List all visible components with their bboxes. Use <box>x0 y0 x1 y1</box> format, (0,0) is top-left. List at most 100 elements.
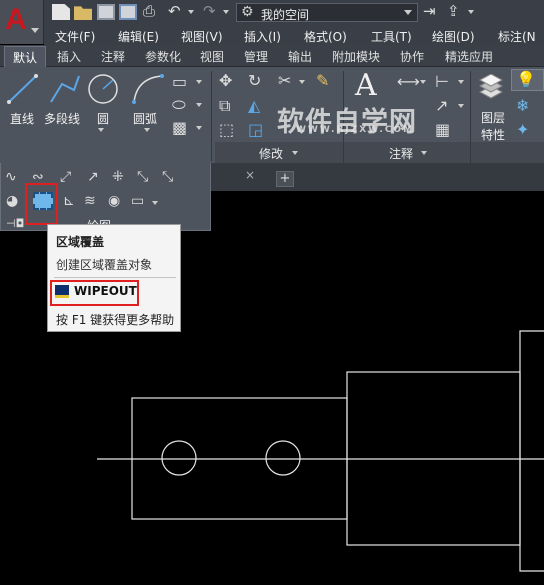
workspace-select[interactable]: ⚙ 我的空间 <box>236 3 418 22</box>
open-folder-icon[interactable] <box>74 6 92 20</box>
spline-cv-icon[interactable]: ∾ <box>32 170 44 184</box>
trim-icon[interactable]: ✂ <box>278 73 291 89</box>
menu-file[interactable]: 文件(F) <box>55 28 95 45</box>
modify-panel-title[interactable]: 修改 <box>259 145 283 162</box>
dimension-icon[interactable]: ⊢ <box>435 74 449 90</box>
arc-label[interactable]: 圆弧 <box>133 110 157 127</box>
polyline-icon[interactable] <box>48 72 82 106</box>
layer-freeze-icon[interactable]: ❄ <box>516 98 529 114</box>
chevron-down-icon[interactable] <box>468 10 474 14</box>
chevron-down-icon[interactable] <box>196 126 202 130</box>
lightbulb-icon: 💡 <box>516 70 536 89</box>
ray-icon[interactable]: ↗ <box>87 170 99 184</box>
chevron-down-icon[interactable] <box>188 10 194 14</box>
ellipse-icon[interactable]: ⬭ <box>172 97 186 113</box>
circle-label[interactable]: 圆 <box>97 110 109 127</box>
chevron-down-icon[interactable] <box>196 103 202 107</box>
layer-properties-icon[interactable] <box>476 74 506 102</box>
menu-insert[interactable]: 插入(I) <box>244 28 281 45</box>
panel-divider <box>343 142 344 164</box>
layer-lock-icon[interactable]: ✦ <box>516 122 529 138</box>
print-icon[interactable]: ⎙ <box>143 2 155 20</box>
chevron-down-icon[interactable] <box>144 128 150 132</box>
tab-annotate[interactable]: 注释 <box>101 48 125 65</box>
circle-icon[interactable] <box>86 72 120 106</box>
chevron-down-icon[interactable] <box>458 80 464 84</box>
linear-dimension-icon[interactable]: ⟷ <box>397 74 420 90</box>
menu-draw[interactable]: 绘图(D) <box>432 28 475 45</box>
tab-output[interactable]: 输出 <box>288 48 312 65</box>
table-icon[interactable]: ▦ <box>435 122 450 138</box>
gear-icon: ⚙ <box>241 4 254 20</box>
menu-edit[interactable]: 编辑(E) <box>118 28 159 45</box>
chevron-down-icon[interactable] <box>98 128 104 132</box>
scale-icon[interactable]: ◲ <box>248 122 263 138</box>
mirror-icon[interactable]: ◭ <box>248 98 260 114</box>
rotate-icon[interactable]: ↻ <box>248 73 261 89</box>
stretch-icon[interactable]: ⬚ <box>219 122 234 138</box>
chevron-down-icon <box>404 10 412 15</box>
menu-bar: 文件(F) 编辑(E) 视图(V) 插入(I) 格式(O) 工具(T) 绘图(D… <box>44 26 544 45</box>
tab-parametric[interactable]: 参数化 <box>145 48 181 65</box>
leader-icon[interactable]: ↗ <box>435 98 448 114</box>
share-icon[interactable]: ⇪ <box>447 2 460 20</box>
menu-format[interactable]: 格式(O) <box>304 28 347 45</box>
right-hole-circle[interactable] <box>265 440 301 476</box>
chevron-down-icon[interactable] <box>299 80 305 84</box>
left-hole-circle[interactable] <box>161 440 197 476</box>
application-menu-button[interactable]: A <box>0 0 44 44</box>
line-icon[interactable] <box>6 72 40 106</box>
properties-label[interactable]: 特性 <box>481 126 505 143</box>
tab-collaborate[interactable]: 协作 <box>400 48 424 65</box>
move-icon[interactable]: ✥ <box>219 73 232 89</box>
text-icon[interactable]: A <box>355 71 377 101</box>
tab-default[interactable]: 默认 <box>4 46 47 67</box>
menu-tools[interactable]: 工具(T) <box>371 28 412 45</box>
line-label[interactable]: 直线 <box>10 110 34 127</box>
redo-icon[interactable]: ↷ <box>203 2 216 20</box>
chevron-down-icon[interactable] <box>223 10 229 14</box>
menu-view[interactable]: 视图(V) <box>181 28 223 45</box>
tab-addins[interactable]: 附加模块 <box>332 48 380 65</box>
polyline-label[interactable]: 多段线 <box>44 110 80 127</box>
panel-divider <box>470 142 471 164</box>
multiple-points-icon[interactable]: ⁜ <box>112 170 124 184</box>
ribbon-tab-bar: 默认 插入 注释 参数化 视图 管理 输出 附加模块 协作 精选应用 <box>0 45 544 67</box>
tab-view[interactable]: 视图 <box>200 48 224 65</box>
chevron-down-icon[interactable] <box>421 151 427 155</box>
tab-insert[interactable]: 插入 <box>57 48 81 65</box>
annotate-panel-title[interactable]: 注释 <box>389 145 413 162</box>
divide-icon[interactable]: ⤡ <box>137 170 148 184</box>
new-tab-button[interactable]: + <box>276 171 294 187</box>
autocad-logo-icon: A <box>5 3 27 36</box>
tab-manage[interactable]: 管理 <box>244 48 268 65</box>
drawing-canvas[interactable] <box>0 191 544 585</box>
chevron-down-icon[interactable] <box>420 80 426 84</box>
hatch-icon[interactable]: ▩ <box>172 120 187 136</box>
tab-featured-apps[interactable]: 精选应用 <box>445 48 493 65</box>
right-rectangle[interactable] <box>519 330 544 572</box>
erase-icon[interactable]: ✎ <box>316 73 329 89</box>
save-icon[interactable] <box>97 4 115 20</box>
spline-fit-icon[interactable]: ∿ <box>5 170 17 184</box>
copy-icon[interactable]: ⧉ <box>219 98 230 114</box>
chevron-down-icon[interactable] <box>292 151 298 155</box>
measure-icon[interactable]: ⤡ <box>162 170 173 184</box>
panel-divider <box>211 71 212 161</box>
title-bar: A ⎙ ↶ ↷ ⚙ 我的空间 ⇥ ⇪ <box>0 0 544 44</box>
watermark-url: WWW.RJZXW.COM <box>296 125 415 135</box>
login-icon[interactable]: ⇥ <box>423 2 436 20</box>
chevron-down-icon <box>31 28 39 33</box>
rectangle-icon[interactable]: ▭ <box>172 74 187 90</box>
save-as-icon[interactable] <box>119 4 137 20</box>
document-tab-bar <box>211 163 544 191</box>
menu-dimension[interactable]: 标注(N <box>498 28 536 45</box>
layer-label[interactable]: 图层 <box>481 109 505 126</box>
chevron-down-icon[interactable] <box>458 104 464 108</box>
construction-line-icon[interactable]: ⤢ <box>60 170 71 184</box>
close-tab-icon[interactable]: × <box>245 168 255 182</box>
arc-icon[interactable] <box>131 72 165 106</box>
undo-icon[interactable]: ↶ <box>168 2 181 20</box>
chevron-down-icon[interactable] <box>196 80 202 84</box>
new-file-icon[interactable] <box>52 4 70 20</box>
